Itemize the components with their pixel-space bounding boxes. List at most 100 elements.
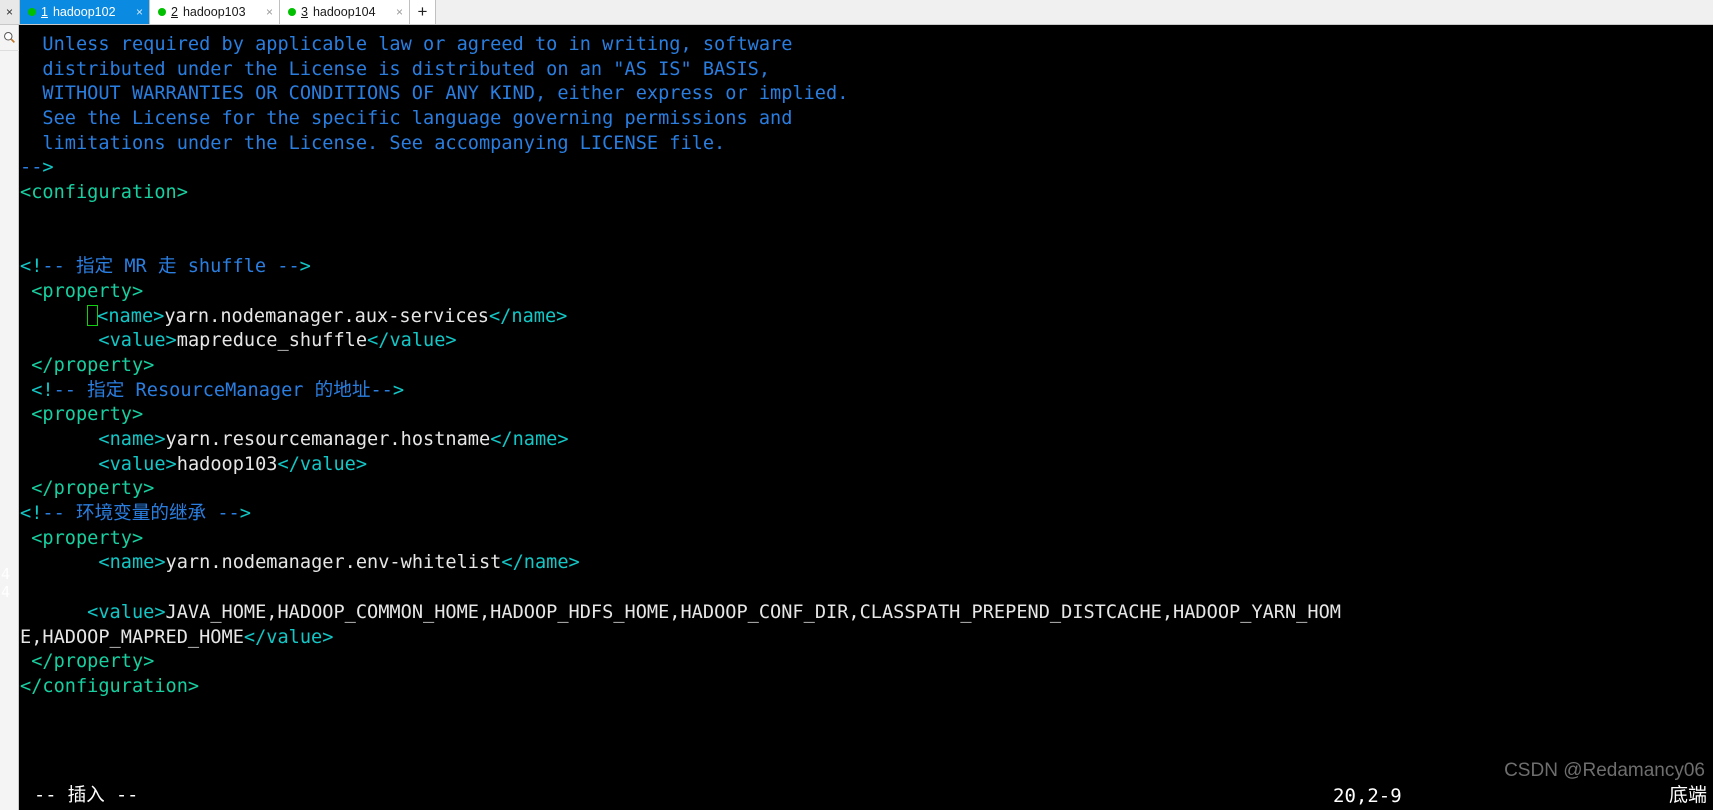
new-tab-button[interactable]: + [410, 0, 436, 24]
code-token: -- 指定 MR 走 shuffle -- [42, 256, 300, 278]
tab-hadoop102[interactable]: 1 hadoop102 × [20, 0, 150, 24]
editor-line: <!-- 指定 MR 走 shuffle --> [20, 255, 1713, 280]
code-token: </value> [277, 453, 368, 475]
editor-line: <value>mapreduce_shuffle</value> [20, 329, 1713, 354]
editor-line: WITHOUT WARRANTIES OR CONDITIONS OF ANY … [20, 82, 1713, 107]
search-icon[interactable] [0, 25, 19, 51]
tab-index: 3 [301, 5, 308, 19]
gutter-line-b: 4 [1, 583, 11, 601]
editor-line: <!-- 环境变量的继承 --> [20, 502, 1713, 527]
code-token: > [239, 503, 251, 525]
tab-status-dot-icon [28, 8, 36, 16]
code-token: <name> [98, 429, 166, 450]
code-token: <! [20, 256, 43, 278]
tab-hadoop104[interactable]: 3 hadoop104 × [280, 0, 410, 24]
code-token: </property> [31, 354, 155, 376]
terminal-output[interactable]: Unless required by applicable law or agr… [20, 25, 1713, 810]
code-token: mapreduce_shuffle [176, 330, 368, 352]
editor-line: <property> [20, 280, 1713, 305]
code-token: limitations under the License. See accom… [42, 132, 726, 154]
close-icon[interactable]: × [258, 5, 273, 19]
code-token: <name> [97, 305, 165, 327]
code-token: > [42, 157, 54, 179]
tab-bar-filler [436, 0, 1713, 24]
editor-line: See the License for the specific languag… [20, 107, 1713, 132]
code-token: </name> [490, 429, 569, 450]
editor-line: <name>yarn.nodemanager.env-whitelist</na… [20, 551, 1713, 576]
editor-line: distributed under the License is distrib… [20, 58, 1713, 83]
code-token: <property> [31, 404, 144, 426]
tab-label: hadoop102 [52, 5, 116, 19]
vim-ruler: 20,2-9 [1333, 785, 1402, 807]
editor-line: <configuration> [20, 181, 1713, 206]
code-token: <property> [31, 527, 144, 549]
code-token: yarn.nodemanager.aux-services [164, 305, 489, 327]
editor-line: <name>yarn.resourcemanager.hostname</nam… [20, 428, 1713, 453]
close-icon[interactable]: × [128, 5, 143, 19]
code-token: yarn.nodemanager.env-whitelist [165, 552, 502, 574]
editor-line: </property> [20, 354, 1713, 379]
tab-status-dot-icon [288, 8, 296, 16]
editor-line: <name>yarn.nodemanager.aux-services</nam… [20, 304, 1713, 330]
terminal-window: × 1 hadoop102 × 2 hadoop103 × 3 hadoop10… [0, 0, 1713, 810]
code-token: Unless required by applicable law or agr… [42, 34, 793, 55]
close-icon[interactable]: × [388, 5, 403, 19]
code-token: distributed under the License is distrib… [42, 58, 771, 80]
code-token: <value> [98, 453, 177, 475]
code-token: -- 环境变量的继承 -- [42, 503, 240, 525]
close-all-tabs-button[interactable]: × [0, 0, 20, 24]
code-token: JAVA_HOME,HADOOP_COMMON_HOME,HADOOP_HDFS… [165, 601, 1341, 623]
code-token: -- [20, 157, 43, 179]
editor-line: E,HADOOP_MAPRED_HOME</value> [20, 626, 1713, 651]
tab-hadoop103[interactable]: 2 hadoop103 × [150, 0, 280, 24]
close-icon: × [5, 5, 13, 19]
tab-status-dot-icon [158, 8, 166, 16]
editor-line: <property> [20, 403, 1713, 428]
code-token: <! [20, 503, 43, 525]
tab-index: 2 [171, 5, 178, 19]
code-token: > [392, 379, 405, 401]
vim-status-line: -- 插入 -- 20,2-9 底端 [20, 782, 1713, 810]
gutter-line-a: 4 [1, 565, 11, 583]
code-token: See the License for the specific languag… [42, 108, 793, 130]
code-token: </name> [488, 305, 568, 327]
code-token: </value> [367, 330, 457, 352]
editor-line: --> [20, 156, 1713, 181]
tab-label: hadoop103 [182, 5, 246, 19]
code-token: </configuration> [20, 675, 200, 697]
editor-line: <property> [20, 527, 1713, 552]
editor-line: </configuration> [20, 675, 1713, 700]
code-token: </name> [501, 552, 580, 574]
code-token: WITHOUT WARRANTIES OR CONDITIONS OF ANY … [42, 83, 849, 105]
code-token: </value> [243, 626, 334, 648]
editor-line: <!-- 指定 ResourceManager 的地址--> [20, 379, 1713, 404]
editor-line: Unless required by applicable law or agr… [20, 33, 1713, 58]
code-token: yarn.resourcemanager.hostname [165, 429, 491, 450]
vim-mode-indicator: -- 插入 -- [34, 785, 139, 806]
code-token: <configuration> [20, 182, 188, 204]
code-token: E,HADOOP_MAPRED_HOME [20, 626, 244, 648]
plus-icon: + [417, 2, 428, 21]
code-token: > [299, 256, 311, 278]
code-token: hadoop103 [176, 453, 278, 475]
editor-line: <value>hadoop103</value> [20, 453, 1713, 478]
